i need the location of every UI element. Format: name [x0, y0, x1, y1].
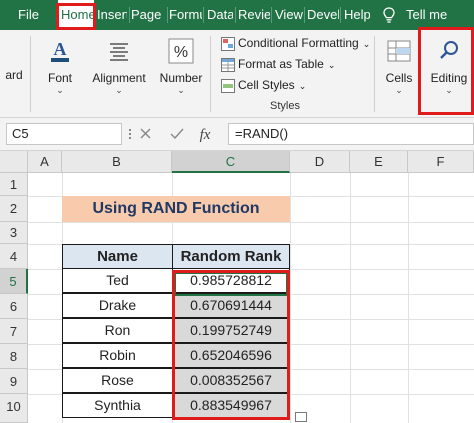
tab-help[interactable]: Help [344, 0, 370, 30]
row-header-6[interactable]: 6 [0, 294, 28, 319]
tab-insert[interactable]: Insert [97, 0, 127, 30]
insert-function-icon[interactable]: fx [200, 127, 211, 143]
tab-divider [271, 7, 272, 23]
chevron-down-icon: ⌄ [395, 85, 403, 95]
tab-divider [304, 7, 305, 23]
styles-group-label: Styles [270, 100, 300, 112]
chevron-down-icon: ⌄ [177, 85, 185, 95]
font-group-button[interactable]: A Font ⌄ [36, 30, 84, 96]
row-header-1[interactable]: 1 [0, 173, 28, 196]
svg-text:A: A [54, 39, 67, 59]
row-header-8[interactable]: 8 [0, 344, 28, 369]
cells-group-button[interactable]: Cells ⌄ [380, 30, 418, 96]
formula-input[interactable]: =RAND() [228, 123, 474, 145]
tab-file[interactable]: File [18, 0, 44, 30]
gridline [28, 222, 474, 223]
format-as-table-label: Format as Table [238, 57, 324, 71]
alignment-label: Alignment [92, 71, 146, 85]
row-header-3[interactable]: 3 [0, 222, 28, 244]
tab-review[interactable]: Review [238, 0, 270, 30]
formula-bar: C5 fx =RAND() [0, 118, 474, 151]
tab-data[interactable]: Data [207, 0, 233, 30]
conditional-formatting-icon [221, 36, 235, 51]
cell-styles-label: Cell Styles [238, 78, 295, 92]
conditional-formatting-label: Conditional Formatting [238, 36, 359, 50]
home-tab-highlight [56, 3, 96, 30]
select-all-corner[interactable] [0, 151, 28, 173]
name-cell[interactable]: Synthia [62, 393, 173, 418]
tab-divider [129, 7, 130, 23]
column-header-e[interactable]: E [350, 151, 408, 173]
tab-divider [203, 7, 204, 23]
column-header-a[interactable]: A [28, 151, 62, 173]
name-cell[interactable]: Ted [62, 268, 173, 293]
ribbon-divider [210, 36, 211, 112]
font-label: Font [47, 71, 72, 85]
column-header-b[interactable]: B [62, 151, 172, 173]
tab-divider [167, 7, 168, 23]
cell-styles-icon [221, 78, 235, 93]
svg-text:%: % [174, 44, 188, 61]
cells-label: Cells [385, 71, 413, 85]
font-icon: A [51, 39, 69, 62]
formula-buttons: fx [129, 127, 211, 143]
sheet-title-cell[interactable]: Using RAND Function [62, 196, 290, 222]
clipboard-group[interactable]: ard [0, 30, 28, 82]
quick-analysis-icon[interactable] [295, 412, 307, 422]
tab-formulas[interactable]: Formu [169, 0, 202, 30]
chevron-down-icon: ⌄ [56, 85, 64, 95]
gridline [290, 173, 291, 423]
ribbon-divider [30, 36, 31, 112]
ribbon: ard A Font ⌄ Alignment ⌄ % Number ⌄ Cond… [0, 30, 474, 118]
number-group-button[interactable]: % Number ⌄ [156, 30, 206, 96]
column-header-d[interactable]: D [290, 151, 350, 173]
row-header-7[interactable]: 7 [0, 319, 28, 344]
enter-check-icon[interactable] [170, 128, 184, 140]
name-cell[interactable]: Robin [62, 343, 173, 368]
chevron-down-icon: ⌄ [115, 85, 123, 95]
header-cell-random-rank[interactable]: Random Rank [172, 244, 290, 269]
alignment-group-button[interactable]: Alignment ⌄ [88, 30, 150, 96]
align-icon [110, 43, 128, 61]
chevron-down-icon: ⌄ [298, 81, 307, 91]
header-cell-name[interactable]: Name [62, 244, 173, 269]
row-header-5[interactable]: 5 [0, 269, 28, 294]
row-header-2[interactable]: 2 [0, 196, 28, 222]
cells-icon [387, 40, 411, 62]
rank-range-highlight [172, 270, 290, 420]
cancel-icon[interactable] [140, 128, 151, 139]
gridline [350, 173, 351, 423]
lightbulb-icon[interactable] [383, 7, 395, 24]
clipboard-label: ard [5, 68, 23, 82]
chevron-down-icon: ⌄ [327, 60, 336, 70]
name-cell[interactable]: Drake [62, 293, 173, 318]
name-cell[interactable]: Ron [62, 318, 173, 343]
row-header-10[interactable]: 10 [0, 394, 28, 423]
ribbon-divider [374, 36, 375, 112]
percent-icon: % [168, 38, 194, 64]
worksheet-grid[interactable]: A B C D E F 1 2 3 4 5 6 7 8 9 10 Using R… [0, 151, 474, 423]
name-cell[interactable]: Rose [62, 368, 173, 393]
cell-styles-button[interactable]: Cell Styles ⌄ [221, 75, 306, 95]
chevron-down-icon: ⌄ [362, 39, 371, 49]
tab-page-layout[interactable]: Page L [131, 0, 166, 30]
gridline [408, 173, 409, 423]
number-label: Number [159, 71, 203, 85]
tab-developer[interactable]: Develo [307, 0, 339, 30]
tab-divider [235, 7, 236, 23]
column-header-c[interactable]: C [172, 151, 290, 173]
column-header-f[interactable]: F [408, 151, 474, 173]
name-box[interactable]: C5 [6, 123, 122, 145]
row-header-4[interactable]: 4 [0, 244, 28, 269]
format-as-table-button[interactable]: Format as Table ⌄ [221, 54, 335, 74]
conditional-formatting-button[interactable]: Conditional Formatting ⌄ [221, 33, 370, 53]
row-header-9[interactable]: 9 [0, 369, 28, 394]
table-icon [221, 57, 235, 72]
tab-view[interactable]: View [275, 0, 303, 30]
tell-me-search[interactable]: Tell me [406, 0, 466, 30]
tab-divider [340, 7, 341, 23]
editing-highlight [418, 27, 474, 115]
